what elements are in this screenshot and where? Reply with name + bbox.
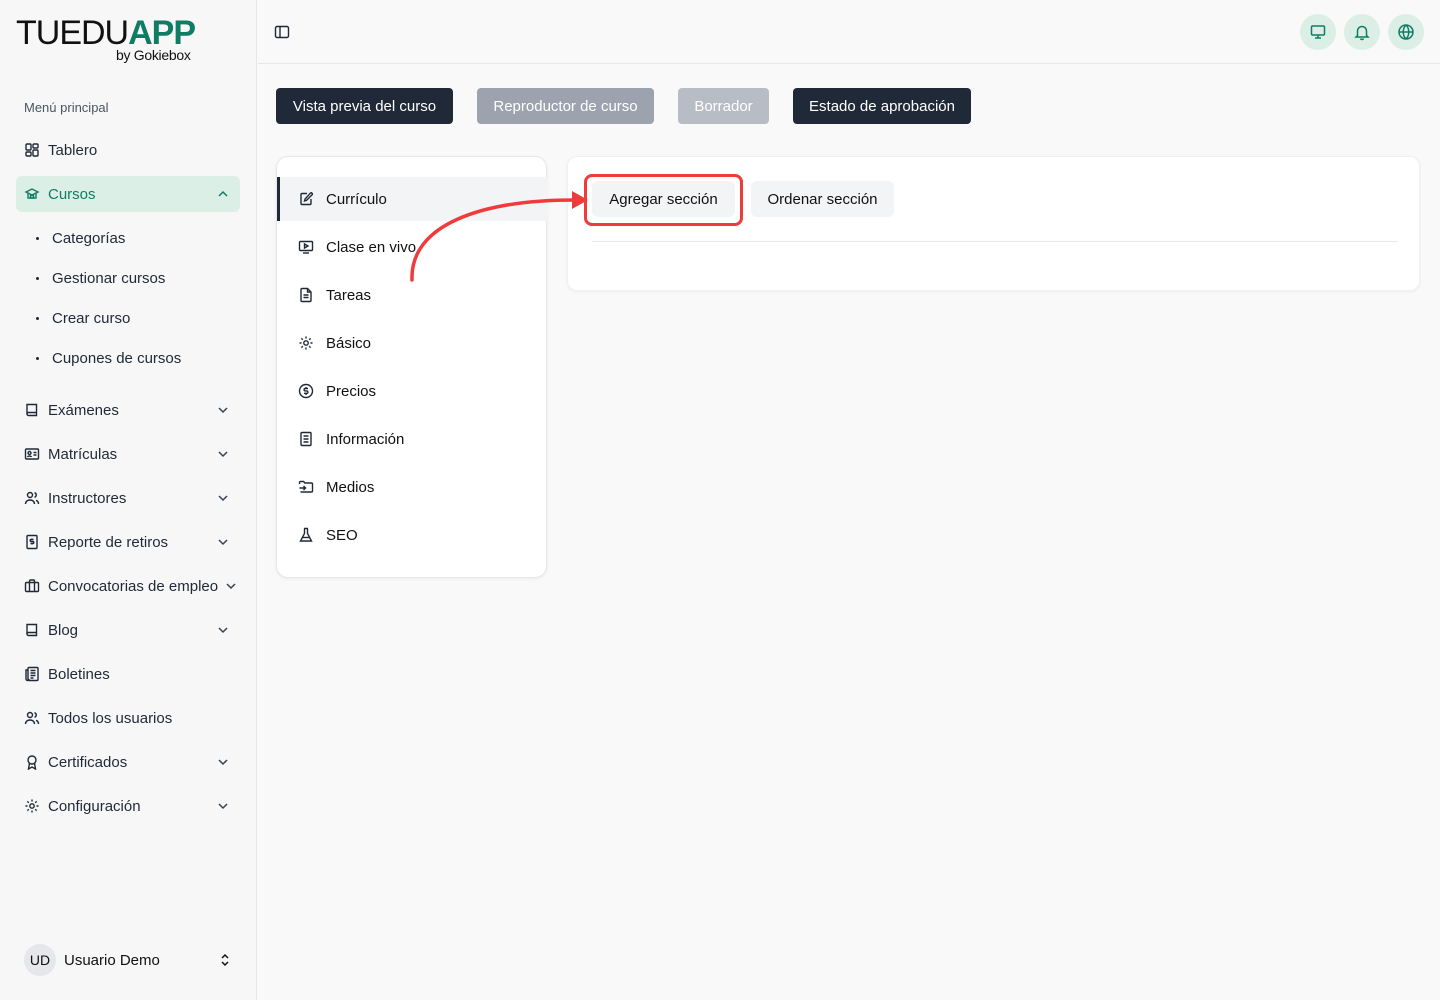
sidebar-item-label: Reporte de retiros (48, 533, 169, 551)
globe-icon (1398, 24, 1414, 40)
users-icon (24, 491, 40, 505)
chevrons-up-down-icon (221, 953, 229, 967)
chevron-down-icon (218, 539, 228, 546)
book-icon (26, 623, 38, 637)
notifications-button[interactable] (1344, 14, 1380, 50)
bullet-icon (36, 236, 39, 240)
sidebar-item-convocatorias[interactable]: Convocatorias de empleo (16, 568, 248, 604)
tab-basico[interactable]: Básico (277, 321, 547, 365)
chevron-down-icon (218, 627, 228, 634)
sidebar-subitem-gestionar-cursos[interactable]: Gestionar cursos (36, 266, 165, 290)
sidebar-item-todos-usuarios[interactable]: Todos los usuarios (16, 700, 240, 736)
dollar-circle-icon (298, 383, 314, 399)
sidebar-item-instructores[interactable]: Instructores (16, 480, 240, 516)
chevron-down-icon (226, 583, 236, 590)
sidebar-item-certificados[interactable]: Certificados (16, 744, 240, 780)
file-text-icon (300, 287, 312, 303)
chevron-down-icon (218, 495, 228, 502)
dashboard-icon (25, 143, 39, 157)
sidebar-subitem-categorias[interactable]: Categorías (36, 226, 125, 250)
sidebar-item-label: Matrículas (48, 445, 118, 463)
logo-subtitle: by Gokiebox (116, 47, 191, 63)
sidebar-item-tablero[interactable]: Tablero (16, 132, 240, 168)
bell-icon (1354, 25, 1370, 41)
brand-logo[interactable]: TUEDUAPP by Gokiebox (16, 16, 216, 66)
highlight-box (584, 174, 743, 226)
tab-clase-en-vivo[interactable]: Clase en vivo (277, 225, 547, 269)
award-icon (27, 755, 37, 770)
sidebar-item-label: Instructores (48, 489, 127, 507)
course-player-button[interactable]: Reproductor de curso (477, 88, 654, 124)
document-icon (300, 431, 312, 447)
user-name: Usuario Demo (64, 951, 160, 969)
sidebar-item-configuracion[interactable]: Configuración (16, 788, 240, 824)
monitor-button[interactable] (1300, 14, 1336, 50)
users-icon (24, 711, 40, 725)
sidebar-toggle-icon[interactable] (274, 24, 290, 40)
sidebar-item-examenes[interactable]: Exámenes (16, 392, 240, 428)
sidebar-item-blog[interactable]: Blog (16, 612, 240, 648)
tab-curriculo[interactable]: Currículo (277, 177, 547, 221)
chevron-down-icon (218, 803, 228, 810)
tab-tareas[interactable]: Tareas (277, 273, 547, 317)
sidebar-item-cursos[interactable]: Cursos (16, 176, 240, 212)
media-icon (298, 480, 314, 493)
user-menu[interactable]: UD Usuario Demo (24, 943, 240, 977)
chevron-up-icon (218, 190, 228, 197)
top-bar (258, 0, 1440, 64)
chevron-down-icon (218, 759, 228, 766)
sidebar-subitem-crear-curso[interactable]: Crear curso (36, 306, 130, 330)
sidebar-item-reporte-retiros[interactable]: Reporte de retiros (16, 524, 240, 560)
briefcase-icon (24, 579, 40, 593)
language-button[interactable] (1388, 14, 1424, 50)
curriculum-panel: Agregar sección Ordenar sección (567, 156, 1420, 291)
draft-button[interactable]: Borrador (678, 88, 769, 124)
sidebar-item-label: Cursos (48, 185, 96, 203)
sidebar-item-label: Blog (48, 621, 79, 639)
sidebar-item-label: Tablero (48, 141, 98, 159)
edit-icon (300, 192, 314, 206)
flask-icon (299, 527, 313, 542)
sidebar-item-label: Certificados (48, 753, 128, 771)
divider (592, 241, 1397, 242)
course-tabs-panel: Currículo Clase en vivo Tareas Básico Pr… (276, 156, 547, 578)
tab-precios[interactable]: Precios (277, 369, 547, 413)
sidebar-item-matriculas[interactable]: Matrículas (16, 436, 240, 472)
sidebar-item-boletines[interactable]: Boletines (16, 656, 240, 692)
bullet-icon (36, 276, 39, 280)
monitor-icon (1310, 25, 1326, 39)
tab-informacion[interactable]: Información (277, 417, 547, 461)
sidebar-item-label: Exámenes (48, 401, 119, 419)
courses-icon (24, 188, 40, 199)
sidebar-item-label: Convocatorias de empleo (48, 577, 219, 595)
sidebar-item-label: Configuración (48, 797, 141, 815)
bullet-icon (36, 316, 39, 320)
sidebar: TUEDUAPP by Gokiebox Menú principal Tabl… (0, 0, 257, 1000)
monitor-play-icon (298, 240, 314, 254)
avatar: UD (24, 944, 56, 976)
order-section-button[interactable]: Ordenar sección (751, 181, 894, 217)
book-icon (26, 403, 38, 417)
tab-seo[interactable]: SEO (277, 513, 547, 557)
tab-medios[interactable]: Medios (277, 465, 547, 509)
receipt-icon (26, 534, 38, 550)
sidebar-item-label: Todos los usuarios (48, 709, 173, 727)
sidebar-subitem-cupones[interactable]: Cupones de cursos (36, 346, 181, 370)
course-preview-button[interactable]: Vista previa del curso (276, 88, 453, 124)
menu-section-label: Menú principal (24, 100, 109, 115)
gear-icon (25, 799, 39, 813)
id-card-icon (24, 448, 40, 460)
newspaper-icon (25, 666, 39, 682)
chevron-down-icon (218, 407, 228, 414)
approval-status-button[interactable]: Estado de aprobación (793, 88, 971, 124)
bullet-icon (36, 356, 39, 360)
gear-icon (299, 336, 313, 350)
logo-text: TUEDUAPP (16, 14, 196, 52)
chevron-down-icon (218, 451, 228, 458)
sidebar-item-label: Boletines (48, 665, 110, 683)
